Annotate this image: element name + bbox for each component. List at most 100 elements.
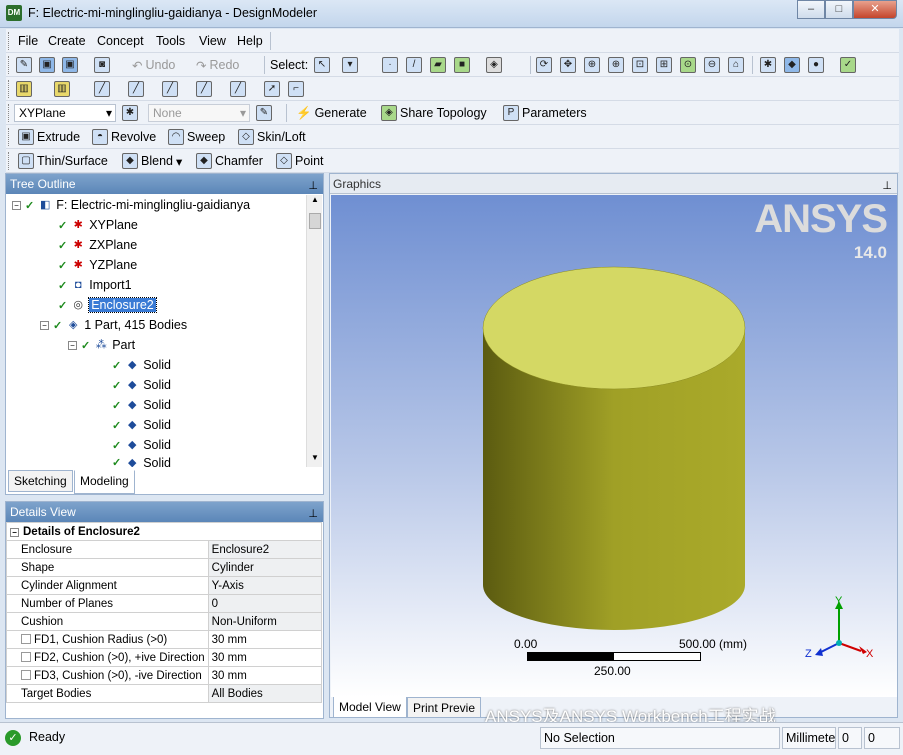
share-topology-button[interactable]: ◈ Share Topology: [381, 104, 487, 122]
tab-sketching[interactable]: Sketching: [8, 470, 73, 492]
details-row[interactable]: Cylinder Alignment Y-Axis: [6, 576, 323, 595]
collapse-icon[interactable]: −: [68, 340, 77, 350]
pan-icon[interactable]: ✥: [560, 57, 576, 73]
property-value[interactable]: Y-Axis: [207, 576, 323, 595]
select-bodies-icon[interactable]: ■: [454, 57, 470, 73]
tree-item-xyplane[interactable]: ✓ ✱ XYPlane: [58, 216, 138, 234]
iso-view-icon[interactable]: ⌂: [728, 57, 744, 73]
collapse-icon[interactable]: −: [12, 200, 21, 210]
box-zoom-icon[interactable]: ⊕: [608, 57, 624, 73]
property-value[interactable]: 30 mm: [207, 648, 323, 667]
face-display-icon[interactable]: ▥: [16, 81, 32, 97]
zoom-region-icon[interactable]: ⊞: [656, 57, 672, 73]
display-plane-icon[interactable]: ✱: [760, 57, 776, 73]
scrollbar-thumb[interactable]: [309, 213, 321, 229]
sweep-button[interactable]: ◠ Sweep: [168, 128, 225, 146]
tab-modeling[interactable]: Modeling: [74, 470, 135, 494]
graphics-viewport[interactable]: ANSYS 14.0 0.00 500.00 (mm) 250.00 Y X Z: [331, 195, 897, 697]
parameter-checkbox[interactable]: [21, 652, 31, 663]
tab-model-view[interactable]: Model View: [333, 697, 407, 718]
tree-item-part[interactable]: − ✓ ⁂ Part: [68, 336, 135, 354]
details-row[interactable]: Enclosure Enclosure2: [6, 540, 323, 559]
line-from-edges-icon[interactable]: ╱: [162, 81, 178, 97]
toolbar-grip[interactable]: [8, 104, 11, 122]
selection-filter-dropdown-icon[interactable]: ▾: [342, 57, 358, 73]
screenshot-camera-icon[interactable]: ◙: [94, 57, 110, 73]
tree-item-zxplane[interactable]: ✓ ✱ ZXPlane: [58, 236, 137, 254]
tree-item-solid[interactable]: ✓ ◆ Solid: [112, 456, 171, 467]
collapse-icon[interactable]: −: [10, 527, 19, 537]
zoom-to-fit-icon[interactable]: ⊡: [632, 57, 648, 73]
scroll-down-icon[interactable]: ▼: [308, 453, 322, 467]
magnifier-icon[interactable]: ⊙: [680, 57, 696, 73]
edge-display-icon[interactable]: ▥: [54, 81, 70, 97]
save-as-icon[interactable]: ▣: [62, 57, 78, 73]
details-row[interactable]: Cushion Non-Uniform: [6, 612, 323, 631]
close-button[interactable]: ✕: [853, 0, 897, 19]
tree-item-solid[interactable]: ✓ ◆ Solid: [112, 436, 171, 454]
display-point-icon[interactable]: ●: [808, 57, 824, 73]
revolve-button[interactable]: ◓ Revolve: [92, 128, 156, 146]
status-units[interactable]: Millimete: [782, 727, 836, 749]
pin-icon[interactable]: ⊥: [882, 176, 892, 196]
details-row[interactable]: Number of Planes 0: [6, 594, 323, 613]
pointer-tool-icon[interactable]: ➚: [264, 81, 280, 97]
parameters-button[interactable]: P Parameters: [503, 104, 587, 122]
tree-item-solid[interactable]: ✓ ◆ Solid: [112, 376, 171, 394]
split-line-body-icon[interactable]: ╱: [196, 81, 212, 97]
previous-view-icon[interactable]: ⊖: [704, 57, 720, 73]
rotate-icon[interactable]: ⟳: [536, 57, 552, 73]
details-row[interactable]: FD1, Cushion Radius (>0) 30 mm: [6, 630, 323, 649]
minimize-button[interactable]: –: [797, 0, 825, 19]
select-points-icon[interactable]: ·: [382, 57, 398, 73]
look-at-icon[interactable]: ✓: [840, 57, 856, 73]
extrude-button[interactable]: ▣ Extrude: [18, 128, 80, 146]
property-value[interactable]: Cylinder: [207, 558, 323, 577]
zoom-icon[interactable]: ⊕: [584, 57, 600, 73]
blend-button[interactable]: ◆ Blend ▾: [122, 152, 182, 170]
property-value[interactable]: 30 mm: [207, 666, 323, 685]
skin-loft-button[interactable]: ◇ Skin/Loft: [238, 128, 306, 146]
property-value[interactable]: 0: [207, 594, 323, 613]
toolbar-grip[interactable]: [8, 128, 11, 146]
new-file-icon[interactable]: ✎: [16, 57, 32, 73]
parameter-checkbox[interactable]: [21, 634, 31, 645]
toolbar-grip[interactable]: [8, 80, 11, 98]
tree-item-model[interactable]: − ✓ ◧ F: Electric-mi-minglingliu-gaidianya: [12, 196, 250, 214]
tree-item-yzplane[interactable]: ✓ ✱ YZPlane: [58, 256, 137, 274]
collapse-icon[interactable]: −: [40, 320, 49, 330]
details-row[interactable]: Target Bodies All Bodies: [6, 684, 323, 703]
toolbar-grip[interactable]: [8, 56, 11, 74]
property-value[interactable]: Non-Uniform: [207, 612, 323, 631]
details-row[interactable]: FD3, Cushion (>0), -ive Direction 30 mm: [6, 666, 323, 685]
select-faces-icon[interactable]: ▰: [430, 57, 446, 73]
pin-icon[interactable]: ⊥: [308, 176, 318, 196]
maximize-button[interactable]: □: [825, 0, 853, 19]
save-icon[interactable]: ▣: [39, 57, 55, 73]
surface-from-edges-icon[interactable]: ╱: [230, 81, 246, 97]
property-value[interactable]: Enclosure2: [207, 540, 323, 559]
details-row[interactable]: Shape Cylinder: [6, 558, 323, 577]
face-split-icon[interactable]: ⌐: [288, 81, 304, 97]
select-edges-icon[interactable]: /: [406, 57, 422, 73]
plane-select-dropdown[interactable]: XYPlane ▾: [14, 104, 116, 122]
tree-item-bodies[interactable]: − ✓ ◈ 1 Part, 415 Bodies: [40, 316, 187, 334]
property-value[interactable]: 30 mm: [207, 630, 323, 649]
tree-scrollbar[interactable]: ▲ ▼: [306, 195, 322, 467]
line-from-points-icon[interactable]: ╱: [94, 81, 110, 97]
pin-icon[interactable]: ⊥: [308, 504, 318, 524]
toolbar-grip[interactable]: [8, 152, 11, 170]
tree-item-solid[interactable]: ✓ ◆ Solid: [112, 396, 171, 414]
tree-item-solid[interactable]: ✓ ◆ Solid: [112, 356, 171, 374]
redo-button[interactable]: ↷ Redo: [196, 56, 239, 74]
point-button[interactable]: ◇ Point: [276, 152, 324, 170]
tree-item-import1[interactable]: ✓ ◘ Import1: [58, 276, 132, 294]
display-model-icon[interactable]: ◆: [784, 57, 800, 73]
property-value[interactable]: All Bodies: [207, 684, 323, 703]
scroll-up-icon[interactable]: ▲: [308, 195, 322, 209]
select-mode-cursor-icon[interactable]: ↖: [314, 57, 330, 73]
generate-button[interactable]: ⚡ Generate: [296, 104, 367, 122]
parameter-checkbox[interactable]: [21, 670, 31, 681]
thin-surface-button[interactable]: ▢ Thin/Surface: [18, 152, 108, 170]
tree-item-enclosure2[interactable]: ✓ ◎ Enclosure2: [58, 296, 157, 314]
